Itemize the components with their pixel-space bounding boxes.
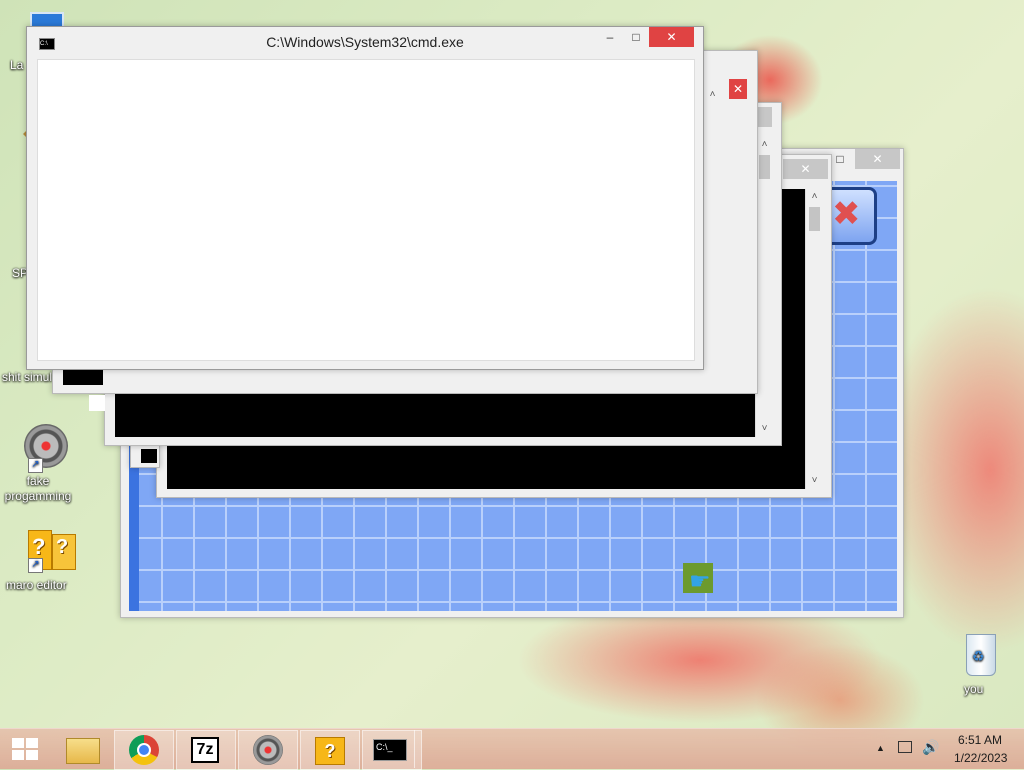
recycle-bin[interactable]: ♻ you: [938, 630, 1010, 696]
scroll-thumb[interactable]: [759, 155, 770, 179]
cmd-window[interactable]: C:\ C:\Windows\System32\cmd.exe – □ ✕: [26, 26, 704, 370]
maximize-button[interactable]: □: [623, 27, 649, 47]
taskbar-maro-editor[interactable]: ?: [300, 730, 360, 770]
console-output: [37, 59, 695, 361]
vertical-scrollbar[interactable]: ˄ ˅: [805, 189, 823, 489]
scroll-down-arrow[interactable]: ˅: [806, 473, 823, 489]
taskbar-file-explorer[interactable]: [54, 730, 112, 768]
7zip-icon: 7z: [191, 737, 219, 763]
scroll-up-arrow[interactable]: ˄: [756, 137, 773, 153]
desktop-icon-maro-editor[interactable]: ? ? ↗ maro editor: [2, 528, 76, 592]
console-output-light: [89, 395, 105, 411]
minimize-button[interactable]: –: [597, 27, 623, 47]
taskbar-cmd[interactable]: C:\_: [362, 730, 422, 770]
vertical-scrollbar[interactable]: ˄: [703, 85, 721, 105]
close-button[interactable]: ✕: [855, 149, 900, 169]
start-button[interactable]: [0, 730, 50, 768]
desktop-icon-label: La: [10, 58, 24, 72]
desktop-icon-label: you: [964, 682, 984, 696]
close-button[interactable]: ✕: [649, 27, 694, 47]
desktop-icon-label: fake progamming: [4, 474, 72, 503]
desktop-icon-fake-progamming[interactable]: ↗ fake progamming: [2, 422, 74, 503]
aperture-icon: ↗: [14, 422, 68, 473]
scroll-up-arrow[interactable]: ˄: [704, 87, 721, 103]
title-bar[interactable]: C:\ C:\Windows\System32\cmd.exe – □ ✕: [27, 27, 703, 57]
close-button[interactable]: ✕: [783, 159, 828, 179]
scroll-up-arrow[interactable]: ˄: [806, 189, 823, 205]
close-button[interactable]: ✕: [729, 79, 747, 99]
desktop-icon-label: maro editor: [6, 578, 67, 592]
shortcut-arrow-icon: ↗: [28, 458, 43, 473]
clock-time[interactable]: 6:51 AM: [958, 733, 1002, 747]
windows-logo-icon: [12, 738, 38, 760]
chrome-icon: [129, 735, 159, 765]
scroll-thumb[interactable]: [809, 207, 820, 231]
clock-date[interactable]: 1/22/2023: [954, 751, 1007, 765]
scroll-down-arrow[interactable]: ˅: [756, 421, 773, 437]
taskbar-7zip[interactable]: 7z: [176, 730, 236, 770]
hand-cursor-icon: ☛: [689, 568, 711, 595]
tray-overflow-button[interactable]: ▲: [876, 743, 885, 753]
network-icon[interactable]: [898, 741, 912, 753]
aperture-icon: [253, 735, 283, 765]
shortcut-arrow-icon: ↗: [28, 558, 43, 573]
volume-icon[interactable]: 🔊: [922, 739, 939, 756]
red-x-icon: ✖: [832, 195, 861, 233]
taskbar: 7z ? C:\_ ▲ 🔊 6:51 AM 1/22/2023: [0, 728, 1024, 770]
question-block-icon: ? ? ↗: [14, 528, 76, 576]
cmd-icon: C:\_: [373, 739, 407, 761]
recycle-bin-icon: ♻: [950, 630, 998, 678]
question-block-icon: ?: [315, 737, 345, 765]
console-output: [141, 449, 157, 463]
folder-icon: [66, 738, 100, 764]
desktop-icon-label: shit simul: [2, 370, 53, 384]
taskbar-aperture-app[interactable]: [238, 730, 298, 770]
taskbar-cmd-stack[interactable]: [414, 730, 421, 768]
game-cursor-sprite: ☛: [683, 563, 713, 595]
taskbar-chrome[interactable]: [114, 730, 174, 770]
